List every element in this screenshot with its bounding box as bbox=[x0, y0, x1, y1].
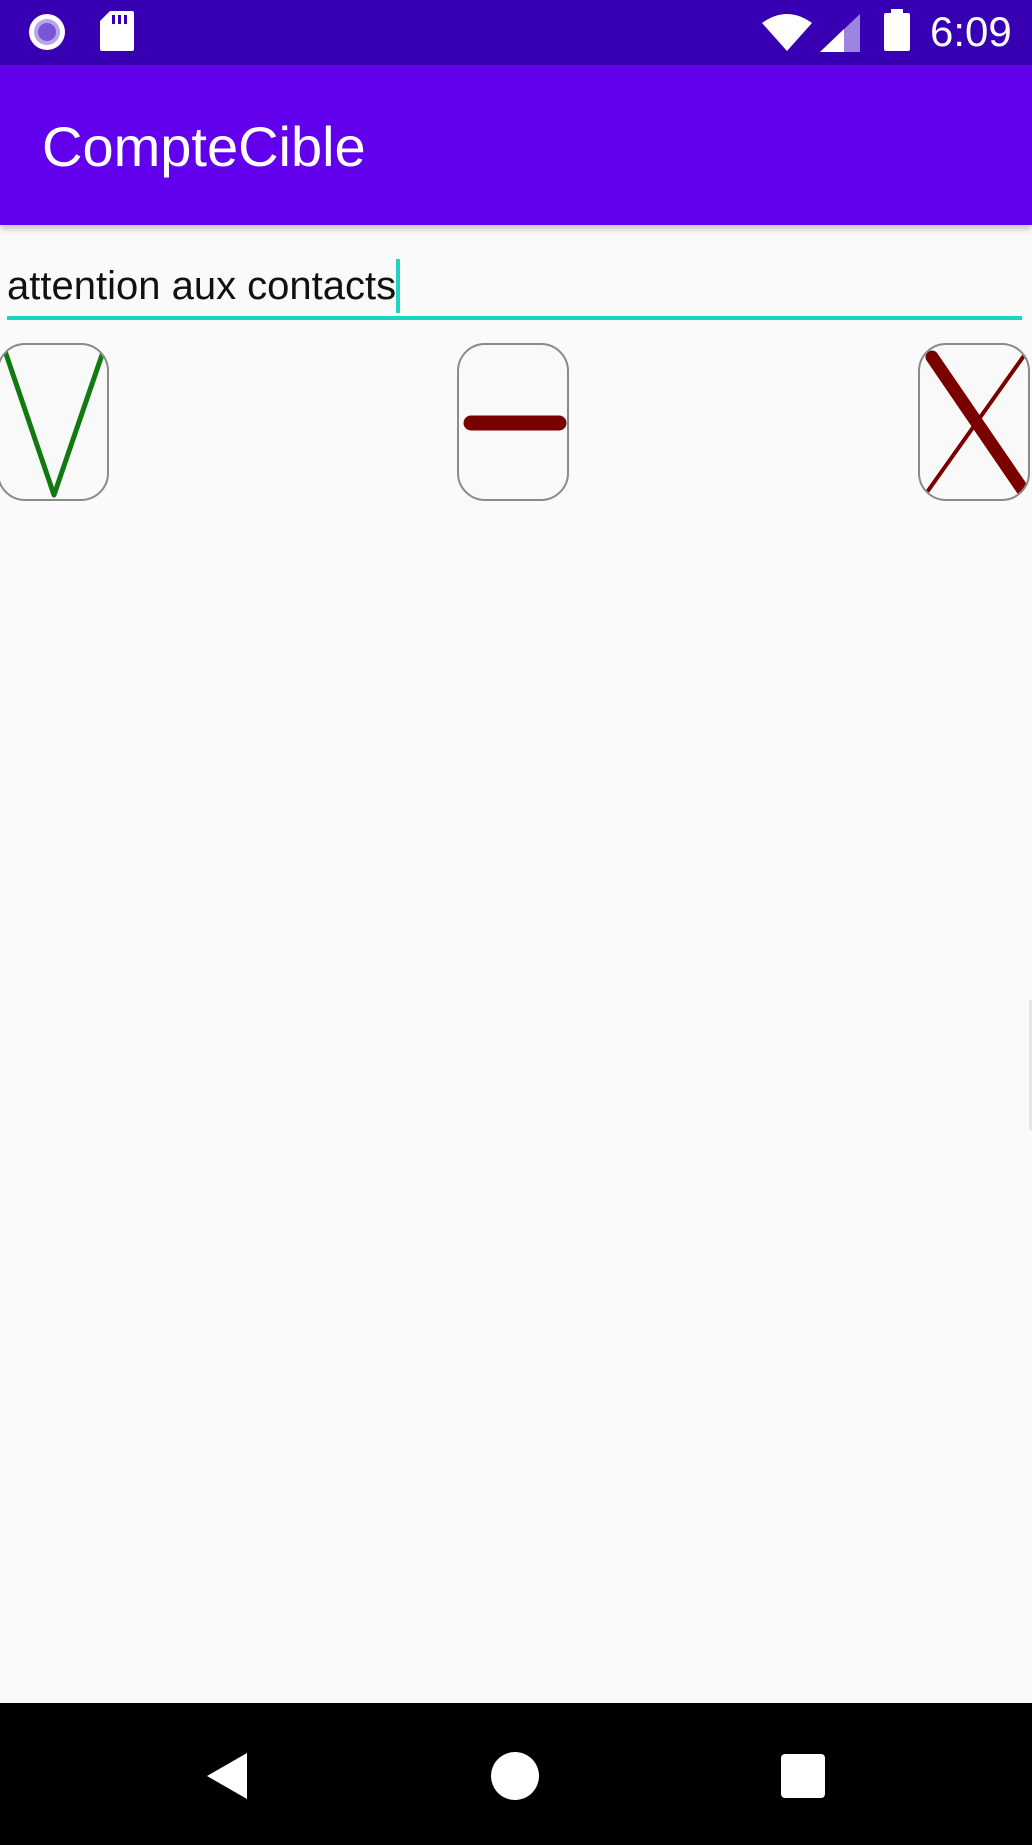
note-text-value[interactable]: attention aux contacts bbox=[7, 259, 401, 315]
note-text: attention aux contacts bbox=[7, 264, 397, 308]
assistant-circle-icon bbox=[25, 10, 69, 59]
navigation-bar bbox=[0, 1703, 1032, 1845]
cell-signal-icon bbox=[818, 12, 862, 59]
text-caret bbox=[396, 259, 401, 314]
sd-card-icon bbox=[98, 9, 136, 58]
x-cross-icon bbox=[923, 348, 1028, 499]
home-icon[interactable] bbox=[490, 1751, 540, 1806]
app-bar: CompteCible bbox=[0, 65, 1032, 225]
wifi-icon bbox=[760, 13, 814, 58]
status-bar: 6:09 bbox=[0, 0, 1032, 65]
v-check-icon bbox=[2, 346, 107, 498]
text-field-underline bbox=[7, 316, 1022, 320]
phone-screen: 6:09 CompteCible attention aux contacts bbox=[0, 0, 1032, 1845]
dash-icon bbox=[463, 415, 567, 431]
check-v-button[interactable] bbox=[0, 343, 109, 501]
cross-x-button[interactable] bbox=[918, 343, 1030, 501]
back-icon[interactable] bbox=[205, 1751, 249, 1806]
recents-icon[interactable] bbox=[780, 1753, 826, 1804]
app-title: CompteCible bbox=[42, 115, 366, 178]
neutral-dash-button[interactable] bbox=[457, 343, 569, 501]
status-time: 6:09 bbox=[930, 8, 1012, 55]
battery-icon bbox=[882, 9, 912, 58]
note-text-field[interactable]: attention aux contacts bbox=[7, 252, 1022, 322]
